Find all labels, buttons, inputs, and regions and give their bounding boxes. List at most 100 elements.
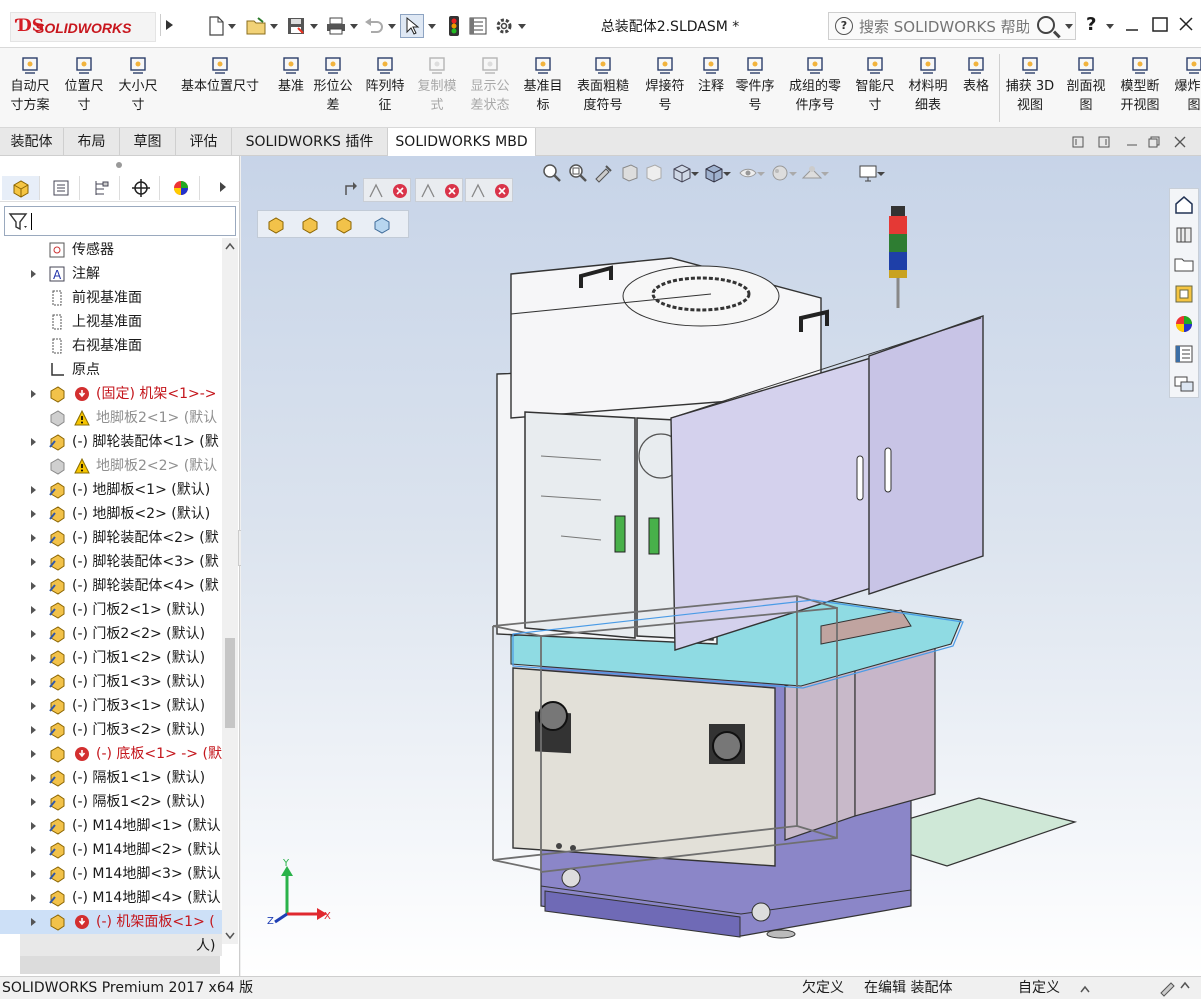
datum-button[interactable]: 基准 xyxy=(276,52,306,126)
tree-item[interactable]: (固定) 机架<1>-> xyxy=(0,382,222,406)
weld-symbol-button[interactable]: 焊接符 号 xyxy=(638,52,692,126)
bill-of-materials-button[interactable]: 材料明 细表 xyxy=(902,52,954,126)
save-dropdown-icon[interactable] xyxy=(310,24,318,30)
tree-item[interactable]: (-) 脚轮装配体<3> (默 xyxy=(0,550,222,574)
expand-arrow-icon[interactable] xyxy=(31,486,36,494)
location-dimension-button[interactable]: 位置尺 寸 xyxy=(58,52,110,126)
show-tolerance-status-button[interactable]: 显示公 差状态 xyxy=(464,52,516,126)
tree-item[interactable]: 前视基准面 xyxy=(0,286,222,310)
new-document-icon[interactable] xyxy=(204,14,228,38)
feature-manager-tab-icon[interactable] xyxy=(2,176,40,200)
open-dropdown-icon[interactable] xyxy=(270,24,278,30)
tree-item[interactable]: (-) 脚轮装配体<2> (默 xyxy=(0,526,222,550)
tab-2[interactable]: 草图 xyxy=(120,128,176,156)
rebuild-traffic-light-icon[interactable] xyxy=(442,14,466,38)
expand-arrow-icon[interactable] xyxy=(31,846,36,854)
solidworks-logo[interactable]: ƊS SOLIDWORKS xyxy=(10,12,156,42)
help-search-box[interactable]: ? xyxy=(828,12,1076,40)
units-selector[interactable]: 自定义 xyxy=(1018,977,1060,999)
units-up-arrow-icon[interactable] xyxy=(1080,985,1090,993)
restore-pane-icon[interactable] xyxy=(1072,136,1084,148)
print-icon[interactable] xyxy=(324,14,348,38)
file-properties-icon[interactable] xyxy=(466,14,490,38)
collapse-pane-icon[interactable] xyxy=(1098,136,1110,148)
tree-item[interactable]: (-) 门板3<2> (默认) xyxy=(0,718,222,742)
expand-arrow-icon[interactable] xyxy=(31,438,36,446)
tree-item[interactable]: (-) 脚轮装配体<1> (默 xyxy=(0,430,222,454)
expand-arrow-icon[interactable] xyxy=(31,870,36,878)
new-dropdown-icon[interactable] xyxy=(228,24,236,30)
tree-filter-box[interactable] xyxy=(4,206,236,236)
help-button[interactable]: ? xyxy=(1086,14,1096,35)
options-gear-icon[interactable] xyxy=(492,14,516,38)
configuration-manager-tab-icon[interactable] xyxy=(82,176,120,200)
tree-vertical-scrollbar[interactable] xyxy=(222,238,238,944)
expand-arrow-icon[interactable] xyxy=(31,630,36,638)
tab-1[interactable]: 布局 xyxy=(64,128,120,156)
smart-dimension-button[interactable]: 智能尺 寸 xyxy=(850,52,900,126)
capture-3d-view-button[interactable]: 捕获 3D 视图 xyxy=(1002,52,1058,126)
tree-item[interactable]: (-) M14地脚<2> (默认 xyxy=(0,838,222,862)
property-manager-tab-icon[interactable] xyxy=(42,176,80,200)
tree-item[interactable]: (-) 门板2<1> (默认) xyxy=(0,598,222,622)
surface-finish-button[interactable]: 表面粗糙 度符号 xyxy=(570,52,636,126)
expand-arrow-icon[interactable] xyxy=(31,750,36,758)
expand-arrow-icon[interactable] xyxy=(31,918,36,926)
tree-item[interactable]: (-) 门板1<3> (默认) xyxy=(0,670,222,694)
help-dropdown-icon[interactable] xyxy=(1106,24,1114,30)
document-minimize-icon[interactable] xyxy=(1126,136,1138,148)
search-dropdown-icon[interactable] xyxy=(1065,24,1073,30)
close-window-icon[interactable] xyxy=(1172,12,1200,38)
copy-scheme-button[interactable]: 复制模 式 xyxy=(412,52,462,126)
select-pointer-icon[interactable] xyxy=(400,14,424,38)
scroll-down-arrow-icon[interactable] xyxy=(225,932,235,940)
tree-item[interactable]: (-) M14地脚<4> (默认 xyxy=(0,886,222,910)
section-view-button[interactable]: 剖面视 图 xyxy=(1060,52,1112,126)
tree-item[interactable]: (-) 隔板1<2> (默认) xyxy=(0,790,222,814)
tree-scroll-thumb[interactable] xyxy=(225,638,235,728)
tree-item[interactable]: (-) M14地脚<1> (默认 xyxy=(0,814,222,838)
auto-dimension-scheme-button[interactable]: 自动尺 寸方案 xyxy=(4,52,56,126)
tooltip-toggle-icon[interactable] xyxy=(1158,979,1176,997)
balloon-button[interactable]: 零件序 号 xyxy=(730,52,780,126)
menu-expand-arrow-icon[interactable] xyxy=(160,14,176,36)
expand-arrow-icon[interactable] xyxy=(31,894,36,902)
expand-arrow-icon[interactable] xyxy=(31,798,36,806)
note-button[interactable]: 注释 xyxy=(694,52,728,126)
tree-item[interactable]: (-) 地脚板<2> (默认) xyxy=(0,502,222,526)
tree-item[interactable]: (-) 门板3<1> (默认) xyxy=(0,694,222,718)
expand-arrow-icon[interactable] xyxy=(31,654,36,662)
tab-4[interactable]: SOLIDWORKS 插件 xyxy=(232,128,388,156)
maximize-window-icon[interactable] xyxy=(1146,12,1174,38)
scroll-up-arrow-icon[interactable] xyxy=(225,242,235,250)
tree-item[interactable]: (-) 底板<1> -> (默 xyxy=(0,742,222,766)
tab-3[interactable]: 评估 xyxy=(176,128,232,156)
expand-arrow-icon[interactable] xyxy=(31,534,36,542)
pane-grip-icon[interactable] xyxy=(116,162,122,168)
expand-arrow-icon[interactable] xyxy=(31,702,36,710)
tree-item[interactable]: 原点 xyxy=(0,358,222,382)
undo-dropdown-icon[interactable] xyxy=(388,24,396,30)
save-icon[interactable] xyxy=(284,14,308,38)
exploded-view-button[interactable]: 爆炸视 图 xyxy=(1168,52,1201,126)
tree-item[interactable]: 传感器 xyxy=(0,238,222,262)
expand-arrow-icon[interactable] xyxy=(31,510,36,518)
dimxpert-manager-tab-icon[interactable] xyxy=(122,176,160,200)
expand-arrow-icon[interactable] xyxy=(31,390,36,398)
graphics-area[interactable]: Y X Z xyxy=(241,156,1201,976)
tree-item[interactable]: (-) 门板1<2> (默认) xyxy=(0,646,222,670)
open-document-icon[interactable] xyxy=(244,14,268,38)
help-search-input[interactable] xyxy=(859,16,1029,38)
tree-item[interactable]: A 注解 xyxy=(0,262,222,286)
tree-item[interactable]: (-) M14地脚<3> (默认 xyxy=(0,862,222,886)
tree-item[interactable]: (-) 地脚板<1> (默认) xyxy=(0,478,222,502)
tree-horizontal-scrollbar[interactable] xyxy=(20,956,220,974)
minimize-window-icon[interactable] xyxy=(1118,12,1146,38)
tree-item[interactable]: (-) 门板2<2> (默认) xyxy=(0,622,222,646)
expand-arrow-icon[interactable] xyxy=(31,822,36,830)
search-magnifier-icon[interactable] xyxy=(1037,16,1055,34)
geometric-tolerance-button[interactable]: 形位公 差 xyxy=(308,52,358,126)
undo-icon[interactable] xyxy=(362,14,386,38)
size-dimension-button[interactable]: 大小尺 寸 xyxy=(112,52,164,126)
tree-item[interactable]: 上视基准面 xyxy=(0,310,222,334)
